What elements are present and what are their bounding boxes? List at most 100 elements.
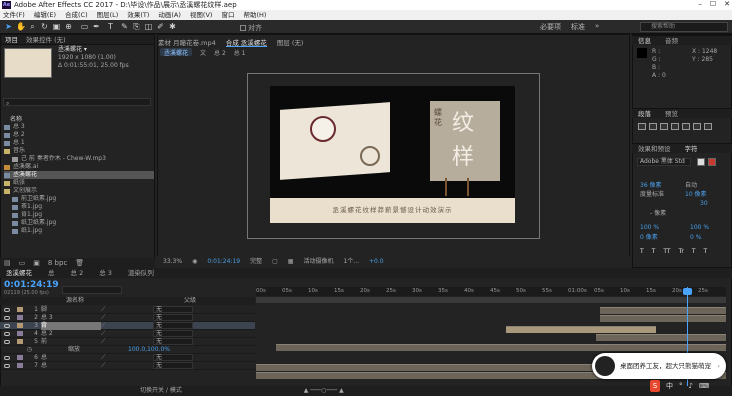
layer-switches[interactable]: ⟋ (101, 354, 131, 362)
new-comp-icon[interactable]: ▣ (33, 258, 40, 268)
col-parent[interactable]: 父级 (184, 297, 196, 305)
snap-toggle[interactable]: 对齐 (240, 23, 262, 33)
tab-character[interactable]: 字符 (685, 144, 698, 153)
puppet-tool-icon[interactable]: ✱ (168, 22, 177, 31)
parent-dropdown[interactable]: 无 (153, 314, 193, 321)
ime-mic-icon[interactable]: ♪ (689, 380, 693, 392)
justify-left-icon[interactable] (671, 123, 679, 130)
faux-italic-button[interactable]: T (652, 248, 656, 256)
new-folder-icon[interactable]: ▭ (19, 258, 26, 268)
breadcrumb-item[interactable]: 总 1 (234, 48, 246, 57)
vertical-scale-field[interactable]: 100 % (640, 224, 659, 232)
font-family-dropdown[interactable]: Adobe 黑体 Std (637, 158, 691, 166)
superscript-button[interactable]: T (692, 248, 696, 256)
menu-view[interactable]: 视图(V) (190, 10, 213, 20)
parent-dropdown[interactable]: 无 (153, 330, 193, 337)
menu-edit[interactable]: 编辑(E) (34, 10, 56, 20)
ime-punct-icon[interactable]: ° (679, 380, 683, 392)
fill-color-swatch[interactable] (697, 158, 705, 166)
tab-effects-presets[interactable]: 效果和预设 (638, 144, 671, 153)
text-tool-icon[interactable]: T (106, 22, 115, 31)
project-item[interactable]: 丞溪螺.ai (4, 163, 154, 171)
justify-center-icon[interactable] (682, 123, 690, 130)
project-item[interactable]: 茶1.jpg (4, 203, 154, 211)
menu-animation[interactable]: 动画(A) (158, 10, 181, 20)
tab-audio[interactable]: 音频 (665, 36, 678, 45)
project-item[interactable]: 己 前 奏者乔木 - Chew-W.mp3 (4, 155, 154, 163)
project-folder[interactable]: 音乐 (4, 147, 154, 155)
resolution-dropdown[interactable]: 完整 (250, 256, 262, 268)
all-caps-button[interactable]: TT (663, 248, 670, 256)
layer-name[interactable]: 总 (41, 354, 101, 362)
stopwatch-icon[interactable]: ◷ (0, 346, 68, 354)
transparency-grid-icon[interactable]: ▦ (288, 256, 294, 268)
stroke-width-field[interactable]: - 像素 (650, 210, 666, 218)
eraser-tool-icon[interactable]: ◫ (144, 22, 153, 31)
justify-all-icon[interactable] (704, 123, 712, 130)
project-item[interactable]: 前卫纸素.jpg (4, 195, 154, 203)
eye-icon[interactable] (4, 363, 10, 368)
chevron-right-icon[interactable]: › (717, 353, 720, 379)
workspace-more-icon[interactable]: » (595, 22, 599, 32)
justify-right-icon[interactable] (693, 123, 701, 130)
viewer-timecode[interactable]: 0:01:24:19 (207, 256, 240, 268)
breadcrumb-item[interactable]: 总 2 (214, 48, 226, 57)
kerning-field[interactable]: 度量标准 (640, 191, 664, 199)
tab-timeline-main[interactable]: 丞溪螺花 (6, 268, 32, 278)
baseline-shift-field[interactable]: 0 像素 (640, 234, 658, 242)
project-item[interactable]: 纸卫纸素.jpg (4, 219, 154, 227)
workspace-essentials[interactable]: 必要项 (540, 22, 561, 32)
parent-dropdown[interactable]: 无 (153, 362, 193, 369)
tab-effect-controls[interactable]: 效果控件 (无) (26, 35, 66, 44)
project-search-input[interactable]: ⌕ (3, 98, 151, 107)
project-item[interactable]: 总 2 (4, 131, 154, 139)
toggle-switches-modes[interactable]: 切换开关 / 模式 (140, 387, 182, 394)
parent-dropdown[interactable]: 无 (153, 354, 193, 361)
clone-stamp-tool-icon[interactable]: ⎘ (132, 22, 141, 31)
layer-duration-bar[interactable] (596, 334, 726, 341)
views-dropdown[interactable]: 1个... (343, 256, 359, 268)
tsume-field[interactable]: 0 % (690, 234, 701, 242)
layer-switches[interactable]: ⟋ (101, 338, 131, 346)
pan-behind-tool-icon[interactable]: ⊕ (64, 22, 73, 31)
layer-switches[interactable]: ⟋ (101, 362, 131, 370)
camera-snapshot-icon[interactable]: ◉ (192, 256, 197, 268)
parent-dropdown[interactable]: 无 (153, 306, 193, 313)
ime-keyboard-icon[interactable]: ⌨ (699, 380, 709, 392)
brush-tool-icon[interactable]: ✎ (120, 22, 129, 31)
rectangle-tool-icon[interactable]: ▭ (80, 22, 89, 31)
menu-file[interactable]: 文件(F) (3, 10, 25, 20)
layer-name[interactable]: 前 (41, 338, 101, 346)
tab-timeline[interactable]: 总 2 (71, 268, 84, 278)
zoom-tool-icon[interactable]: ⌕ (28, 22, 37, 31)
menu-help[interactable]: 帮助(H) (243, 10, 266, 20)
layer-duration-bar[interactable] (506, 326, 656, 333)
close-icon[interactable]: ✕ (724, 0, 730, 10)
project-item[interactable]: 纸1.jpg (4, 227, 154, 235)
layer-name[interactable]: 总 2 (41, 330, 101, 338)
work-area-bar[interactable] (256, 297, 726, 303)
layer-switches[interactable]: ⟋ (101, 314, 131, 322)
layer-duration-bar[interactable] (600, 307, 726, 314)
tab-paragraph[interactable]: 段落 (638, 109, 651, 118)
menu-composition[interactable]: 合成(C) (65, 10, 88, 20)
font-size-field[interactable]: 36 像素 (640, 182, 662, 190)
subscript-button[interactable]: T (704, 248, 708, 256)
eye-icon[interactable] (4, 323, 10, 328)
faux-bold-button[interactable]: T (640, 248, 644, 256)
ime-mode[interactable]: 中 (666, 380, 673, 392)
project-folder[interactable]: 纸张 (4, 179, 154, 187)
magnification-dropdown[interactable]: 33.3% (163, 256, 182, 268)
tab-footage[interactable]: 素材 月瞳花卷.mp4 (158, 37, 216, 47)
menu-window[interactable]: 窗口 (221, 10, 234, 20)
layer-switches[interactable]: ⟋ (101, 330, 131, 338)
layer-name[interactable]: 脚 (41, 306, 101, 314)
project-folder[interactable]: 文创展示 (4, 187, 154, 195)
workspace-standard[interactable]: 标准 (571, 22, 585, 32)
camera-tool-icon[interactable]: ▣ (52, 22, 61, 31)
project-item[interactable]: 总 1 (4, 139, 154, 147)
eye-icon[interactable] (4, 339, 10, 344)
tab-timeline[interactable]: 总 3 (99, 268, 112, 278)
desktop-notification[interactable]: 桌面团养工友，超大只熊猫萌宠 › (592, 353, 726, 379)
align-left-icon[interactable] (638, 123, 646, 130)
